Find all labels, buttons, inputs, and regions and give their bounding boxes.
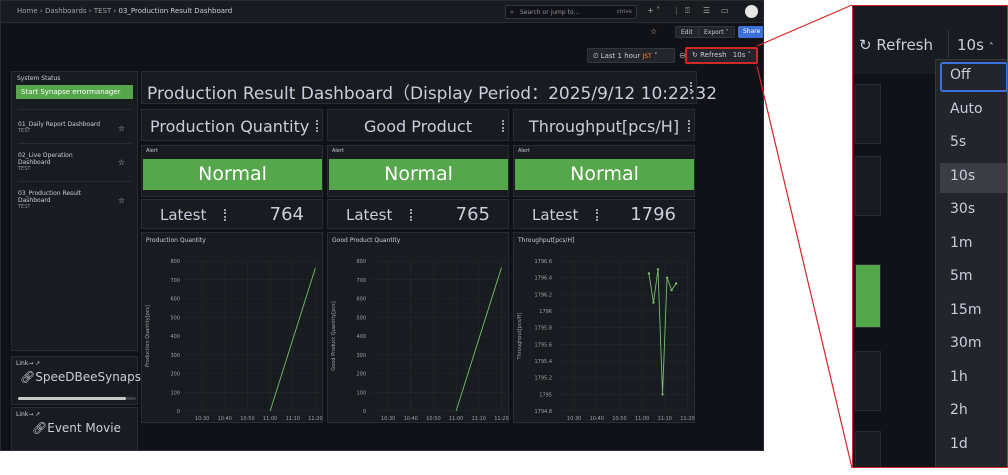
- menu-item-auto[interactable]: Auto: [940, 96, 1007, 126]
- menu-item-30m[interactable]: 30m: [940, 330, 1007, 360]
- chevron-up-icon: ˄: [988, 42, 994, 53]
- zoom-refresh-label: Refresh: [876, 36, 934, 54]
- zoom-callout: ↻ Refresh 10s ˄ Off Auto 5s 10s 30s 1m 5m 15m 30…: [852, 5, 1008, 468]
- panel-edge: [855, 156, 881, 216]
- menu-item-1h[interactable]: 1h: [940, 364, 1007, 394]
- menu-item-30s[interactable]: 30s: [940, 196, 1007, 226]
- menu-item-1d[interactable]: 1d: [940, 431, 1007, 461]
- zoom-interval-button[interactable]: 10s ˄: [957, 36, 994, 54]
- divider: [948, 30, 949, 58]
- menu-item-off[interactable]: Off: [940, 62, 1007, 92]
- menu-item-5m[interactable]: 5m: [940, 263, 1007, 293]
- panel-edge: [855, 351, 881, 411]
- menu-item-10s[interactable]: 10s: [940, 162, 1007, 193]
- menu-item-15m[interactable]: 15m: [940, 297, 1007, 327]
- refresh-interval-menu: Off Auto 5s 10s 30s 1m 5m 15m 30m 1h 2h 1d: [935, 59, 1007, 467]
- callout-line-bottom: [756, 65, 853, 469]
- panel-edge: [855, 431, 881, 467]
- zoom-refresh-button[interactable]: ↻ Refresh: [859, 36, 933, 54]
- panel-edge: [855, 84, 881, 144]
- zoom-interval-value: 10s: [957, 36, 984, 54]
- panel-edge-alert: [855, 264, 881, 328]
- refresh-icon: ↻: [859, 36, 872, 54]
- callout-line-top: [756, 4, 853, 47]
- menu-item-5s[interactable]: 5s: [940, 129, 1007, 159]
- menu-item-1m[interactable]: 1m: [940, 230, 1007, 260]
- menu-item-2h[interactable]: 2h: [940, 397, 1007, 427]
